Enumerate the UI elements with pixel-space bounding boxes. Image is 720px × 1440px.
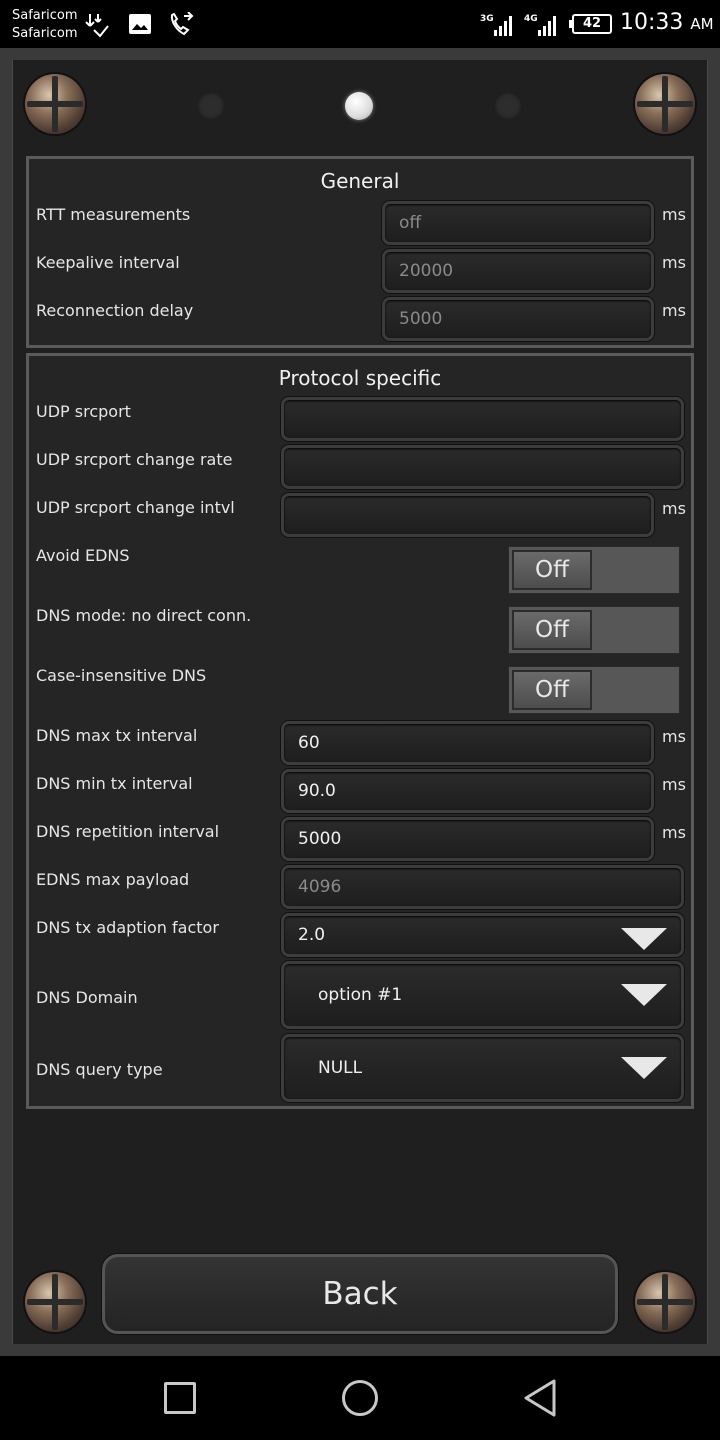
select-value: NULL — [318, 1058, 363, 1078]
dns-query-type-select[interactable]: NULL — [281, 1034, 684, 1102]
dns-max-tx-interval-label: DNS max tx interval — [36, 726, 198, 745]
toggle-knob[interactable]: Off — [512, 610, 592, 650]
page-indicator-3[interactable] — [494, 92, 522, 120]
rtt-measurements-label: RTT measurements — [36, 205, 191, 224]
network-type-1: 3G — [480, 14, 494, 24]
reconnection-delay-field[interactable]: 5000 — [382, 297, 654, 341]
section-title-protocol: Protocol specific — [278, 366, 442, 390]
image-icon — [129, 14, 151, 34]
dns-query-type-label: DNS query type — [36, 1060, 163, 1079]
udp-srcport-change-intvl-label: UDP srcport change intvl — [36, 498, 235, 517]
keepalive-interval-field[interactable]: 20000 — [382, 249, 654, 293]
system-nav-bar — [0, 1356, 720, 1440]
dns-max-tx-interval-field[interactable]: 60 — [281, 721, 654, 765]
select-value: 2.0 — [298, 925, 326, 945]
dns-tx-adaption-factor-select[interactable]: 2.0 — [281, 913, 684, 957]
case-insensitive-dns-toggle[interactable]: Off — [508, 666, 680, 714]
dns-repetition-interval-label: DNS repetition interval — [36, 822, 220, 841]
udp-srcport-label: UDP srcport — [36, 402, 131, 421]
home-icon[interactable] — [342, 1380, 378, 1416]
keepalive-interval-label: Keepalive interval — [36, 253, 180, 272]
page-indicator-2-active[interactable] — [345, 92, 373, 120]
avoid-edns-toggle[interactable]: Off — [508, 546, 680, 594]
udp-srcport-change-intvl-field[interactable] — [281, 493, 654, 537]
udp-srcport-change-rate-field[interactable] — [281, 445, 684, 489]
signal-icon — [494, 14, 516, 36]
battery-icon: 42 — [569, 14, 612, 34]
unit-label: ms — [662, 775, 686, 794]
back-nav-icon[interactable] — [522, 1378, 558, 1418]
screw-icon — [25, 74, 85, 134]
avoid-edns-label: Avoid EDNS — [36, 546, 130, 565]
dns-min-tx-interval-label: DNS min tx interval — [36, 774, 193, 793]
edns-max-payload-label: EDNS max payload — [36, 870, 190, 889]
dropdown-arrow-icon — [621, 928, 667, 950]
dns-min-tx-interval-field[interactable]: 90.0 — [281, 769, 654, 813]
screw-icon — [635, 74, 695, 134]
edns-max-payload-field[interactable]: 4096 — [281, 865, 684, 909]
carrier-name-2: Safaricom — [12, 26, 78, 41]
download-icon — [85, 14, 109, 38]
carrier-name-1: Safaricom — [12, 8, 78, 23]
dns-repetition-interval-field[interactable]: 5000 — [281, 817, 654, 861]
dns-domain-label: DNS Domain — [36, 988, 138, 1007]
udp-srcport-field[interactable] — [281, 397, 684, 441]
clock-ampm: AM — [690, 15, 714, 33]
rtt-measurements-field[interactable]: off — [382, 201, 654, 245]
toggle-knob[interactable]: Off — [512, 550, 592, 590]
network-type-2: 4G — [524, 14, 538, 24]
dns-no-direct-conn-toggle[interactable]: Off — [508, 606, 680, 654]
signal-icon — [538, 14, 560, 36]
dropdown-arrow-icon — [621, 984, 667, 1006]
unit-label: ms — [662, 253, 686, 272]
case-insensitive-dns-label: Case-insensitive DNS — [36, 666, 207, 685]
dns-domain-select[interactable]: option #1 — [281, 961, 684, 1029]
status-bar: Safaricom Safaricom 3G 4G 42 10:33 AM — [0, 0, 720, 48]
dns-no-direct-conn-label: DNS mode: no direct conn. — [36, 606, 252, 625]
reconnection-delay-label: Reconnection delay — [36, 301, 194, 320]
section-title-general: General — [320, 169, 400, 193]
clock-time: 10:33 — [620, 10, 684, 35]
page-indicator-1[interactable] — [197, 92, 225, 120]
dropdown-arrow-icon — [621, 1057, 667, 1079]
recents-icon[interactable] — [164, 1382, 196, 1414]
unit-label: ms — [662, 301, 686, 320]
screw-icon — [635, 1272, 695, 1332]
dns-tx-adaption-factor-label: DNS tx adaption factor — [36, 918, 219, 937]
call-forwarding-icon — [170, 12, 194, 36]
back-button[interactable]: Back — [102, 1254, 618, 1334]
select-value: option #1 — [318, 985, 403, 1005]
unit-label: ms — [662, 823, 686, 842]
toggle-knob[interactable]: Off — [512, 670, 592, 710]
unit-label: ms — [662, 727, 686, 746]
screw-icon — [25, 1272, 85, 1332]
udp-srcport-change-rate-label: UDP srcport change rate — [36, 450, 233, 469]
unit-label: ms — [662, 499, 686, 518]
clock: 10:33 AM — [620, 10, 714, 35]
unit-label: ms — [662, 205, 686, 224]
